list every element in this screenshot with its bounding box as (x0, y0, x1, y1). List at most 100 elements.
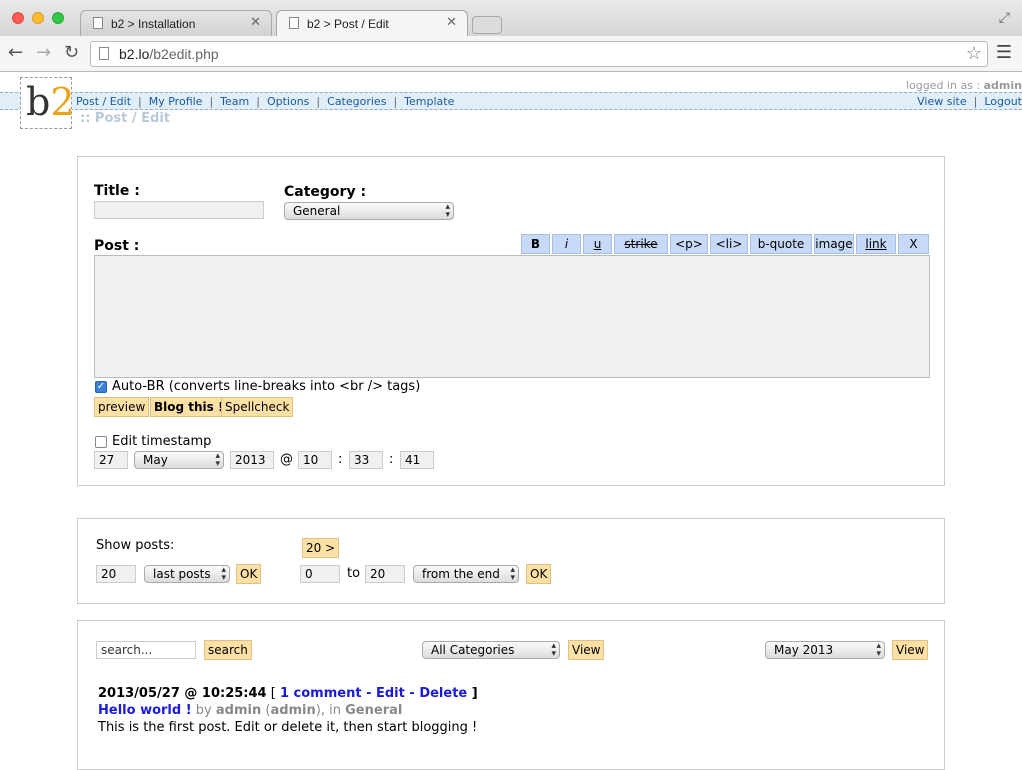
post-author-login: admin (270, 703, 316, 718)
autobr-checkbox[interactable]: ✓ (95, 381, 107, 393)
quicktag-li-button[interactable]: <li> (710, 234, 748, 254)
timestamp-colon: : (338, 452, 343, 467)
logged-in-status: logged in as : admin (905, 79, 1022, 92)
edit-timestamp-label: Edit timestamp (112, 434, 212, 449)
to-label: to (347, 566, 361, 581)
b2-logo: b2 (20, 77, 75, 129)
right-nav: View site | Logout (917, 95, 1022, 108)
page-icon (99, 47, 109, 60)
post-meta-line: 2013/05/27 @ 10:25:44 [ 1 comment - Edit… (98, 686, 478, 701)
preview-button[interactable]: preview (94, 397, 150, 417)
timestamp-minute-input[interactable]: 33 (349, 451, 383, 469)
month-filter-select[interactable]: May 2013 ▴ ▾ (765, 641, 885, 659)
post-title-link[interactable]: Hello world ! (98, 703, 192, 718)
page-icon (289, 17, 299, 29)
post-entry: 2013/05/27 @ 10:25:44 [ 1 comment - Edit… (98, 685, 478, 736)
browser-toolbar: ← → ↻ b2.lo/b2edit.php ☆ ☰ (0, 36, 1022, 72)
nav-template[interactable]: Template (404, 95, 454, 108)
posts-list-panel: search... search All Categories ▴ ▾ View M… (77, 620, 945, 770)
page-title: :: Post / Edit (80, 111, 170, 126)
nav-post-edit[interactable]: Post / Edit (76, 95, 131, 108)
url-text: b2.lo/b2edit.php (119, 46, 219, 62)
nav-view-site[interactable]: View site (917, 95, 966, 108)
minimize-window-icon[interactable] (32, 12, 44, 24)
edit-post-panel: Title : Category : General ▴ ▾ Post : B i … (77, 156, 945, 486)
blog-this-button[interactable]: Blog this ! (150, 397, 228, 417)
show-posts-label: Show posts: (96, 538, 175, 553)
main-nav: Post / Edit | My Profile | Team | Options | Cate… (76, 95, 455, 108)
admin-menubar: Post / Edit | My Profile | Team | Options | Cate… (0, 92, 1022, 110)
timestamp-year-input[interactable]: 2013 (230, 451, 274, 469)
nav-categories[interactable]: Categories (327, 95, 386, 108)
hamburger-menu-icon[interactable]: ☰ (996, 42, 1012, 63)
post-content-textarea[interactable] (94, 255, 930, 378)
delete-post-link[interactable]: Delete (419, 686, 467, 701)
quicktag-link-button[interactable]: link (856, 234, 896, 254)
quicktag-underline-button[interactable]: u (583, 234, 612, 254)
category-label: Category : (284, 184, 367, 200)
quicktag-blockquote-button[interactable]: b-quote (750, 234, 812, 254)
quicktag-bold-button[interactable]: B (521, 234, 550, 254)
timestamp-hour-input[interactable]: 10 (298, 451, 332, 469)
timestamp-colon: : (389, 452, 394, 467)
forward-icon[interactable]: → (36, 42, 51, 63)
category-select[interactable]: General ▴ ▾ (284, 202, 454, 220)
tab-post-edit[interactable]: b2 > Post / Edit ✕ (276, 10, 468, 37)
posts-order-select[interactable]: from the end ▴ ▾ (413, 565, 519, 583)
posts-count-input[interactable]: 20 (96, 565, 136, 583)
page-icon (93, 17, 103, 29)
reload-icon[interactable]: ↻ (64, 42, 79, 63)
quicktag-italic-button[interactable]: i (552, 234, 581, 254)
category-filter-select[interactable]: All Categories ▴ ▾ (422, 641, 560, 659)
tab-installation[interactable]: b2 > Installation ✕ (80, 10, 272, 36)
close-tab-icon[interactable]: ✕ (446, 15, 457, 30)
nav-options[interactable]: Options (267, 95, 309, 108)
tab-label: b2 > Post / Edit (307, 17, 389, 31)
show-range-ok-button[interactable]: OK (526, 564, 552, 584)
post-label: Post : (94, 238, 140, 254)
show-posts-panel: Show posts: 20 > 20 last posts ▴ ▾ OK 0 to… (77, 518, 945, 604)
edit-post-link[interactable]: Edit (376, 686, 405, 701)
post-title-line: Hello world ! by admin (admin), in Gener… (98, 703, 403, 718)
posts-to-input[interactable]: 20 (365, 565, 405, 583)
spellcheck-button[interactable]: Spellcheck (221, 397, 294, 417)
quicktag-close-button[interactable]: X (898, 234, 929, 254)
next-posts-button[interactable]: 20 > (302, 538, 340, 558)
nav-logout[interactable]: Logout (984, 95, 1022, 108)
post-excerpt: This is the first post. Edit or delete i… (98, 720, 478, 735)
comments-link[interactable]: 1 comment (280, 686, 362, 701)
timestamp-day-input[interactable]: 27 (94, 451, 128, 469)
title-label: Title : (94, 183, 140, 199)
post-category: General (345, 703, 403, 718)
category-view-button[interactable]: View (568, 640, 605, 660)
zoom-window-icon[interactable] (52, 12, 64, 24)
quicktag-p-button[interactable]: <p> (670, 234, 708, 254)
bookmark-star-icon[interactable]: ☆ (966, 43, 982, 64)
nav-team[interactable]: Team (220, 95, 249, 108)
search-button[interactable]: search (204, 640, 252, 660)
close-window-icon[interactable] (12, 12, 24, 24)
quicktag-image-button[interactable]: image (814, 234, 854, 254)
post-author: admin (215, 703, 262, 718)
nav-my-profile[interactable]: My Profile (149, 95, 203, 108)
address-bar[interactable]: b2.lo/b2edit.php ☆ (90, 41, 988, 67)
timestamp-month-select[interactable]: May ▴ ▾ (134, 451, 224, 469)
posts-from-input[interactable]: 0 (300, 565, 340, 583)
quicktag-strike-button[interactable]: strike (614, 234, 668, 254)
browser-titlebar: b2 > Installation ✕ b2 > Post / Edit ✕ ⤢ (0, 0, 1022, 37)
back-icon[interactable]: ← (8, 42, 23, 63)
month-view-button[interactable]: View (892, 640, 929, 660)
title-input[interactable] (94, 201, 264, 219)
timestamp-second-input[interactable]: 41 (400, 451, 434, 469)
fullscreen-icon[interactable]: ⤢ (999, 10, 1010, 26)
search-input[interactable]: search... (96, 641, 196, 659)
close-tab-icon[interactable]: ✕ (250, 15, 261, 30)
show-posts-ok-button[interactable]: OK (236, 564, 262, 584)
tab-label: b2 > Installation (111, 17, 196, 31)
timestamp-at-sign: @ (280, 452, 293, 467)
post-date: 2013/05/27 @ 10:25:44 (98, 686, 267, 701)
new-tab-button[interactable] (472, 16, 502, 34)
autobr-label: Auto-BR (converts line-breaks into <br /… (112, 379, 421, 394)
posts-mode-select[interactable]: last posts ▴ ▾ (144, 565, 230, 583)
edit-timestamp-checkbox[interactable] (95, 436, 107, 448)
